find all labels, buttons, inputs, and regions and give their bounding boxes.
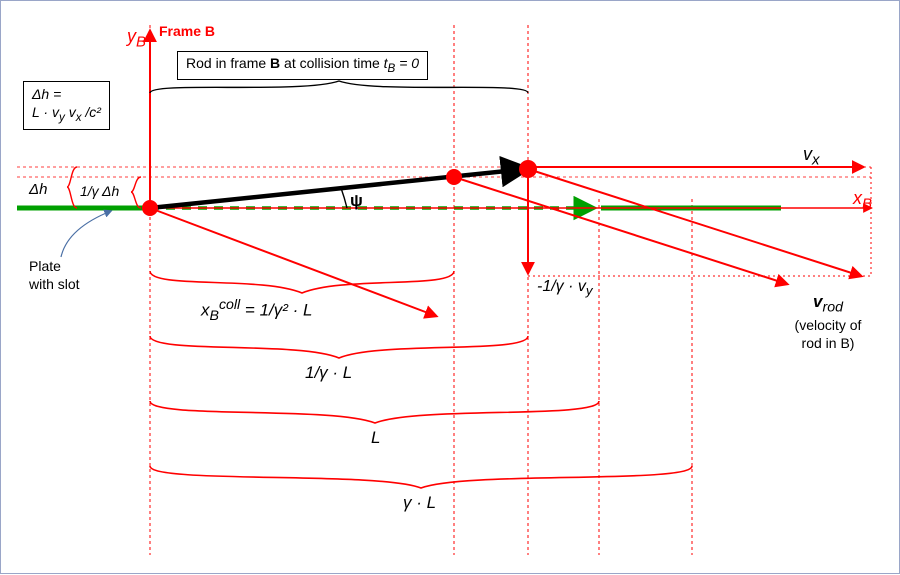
psi-angle-label: ψ [350,190,363,211]
minus-vy-label: -1/γ · vy [537,277,593,300]
rod-title-box: Rod in frame B at collision time tB = 0 [177,51,428,80]
brace-gamma-L-label: γ · L [403,492,436,513]
vrod-label: vrod (velocity of rod in B) [773,291,883,352]
frame-title: Frame B [159,23,215,41]
delta-h-line2: L · vy vx /c² [32,104,101,125]
one-over-gamma-dh-label: 1/γ Δh [80,183,119,201]
vx-label: vx [803,143,820,170]
x-axis-label: xB [853,187,872,214]
brace-L-label: L [371,427,380,448]
delta-h-label: Δh [29,181,47,200]
delta-h-formula-box: Δh = L · vy vx /c² [23,81,110,130]
y-axis-label: yB [127,25,146,52]
diagram-canvas: Δh = L · vy vx /c² Rod in frame B at col… [0,0,900,574]
delta-h-line1: Δh = [32,86,101,104]
plate-label: Plate with slot [29,258,80,293]
brace-xb-coll-label: xBcoll = 1/γ² · L [201,297,312,326]
brace-one-over-gamma-L-label: 1/γ · L [305,362,352,383]
diagram-svg [1,1,900,575]
